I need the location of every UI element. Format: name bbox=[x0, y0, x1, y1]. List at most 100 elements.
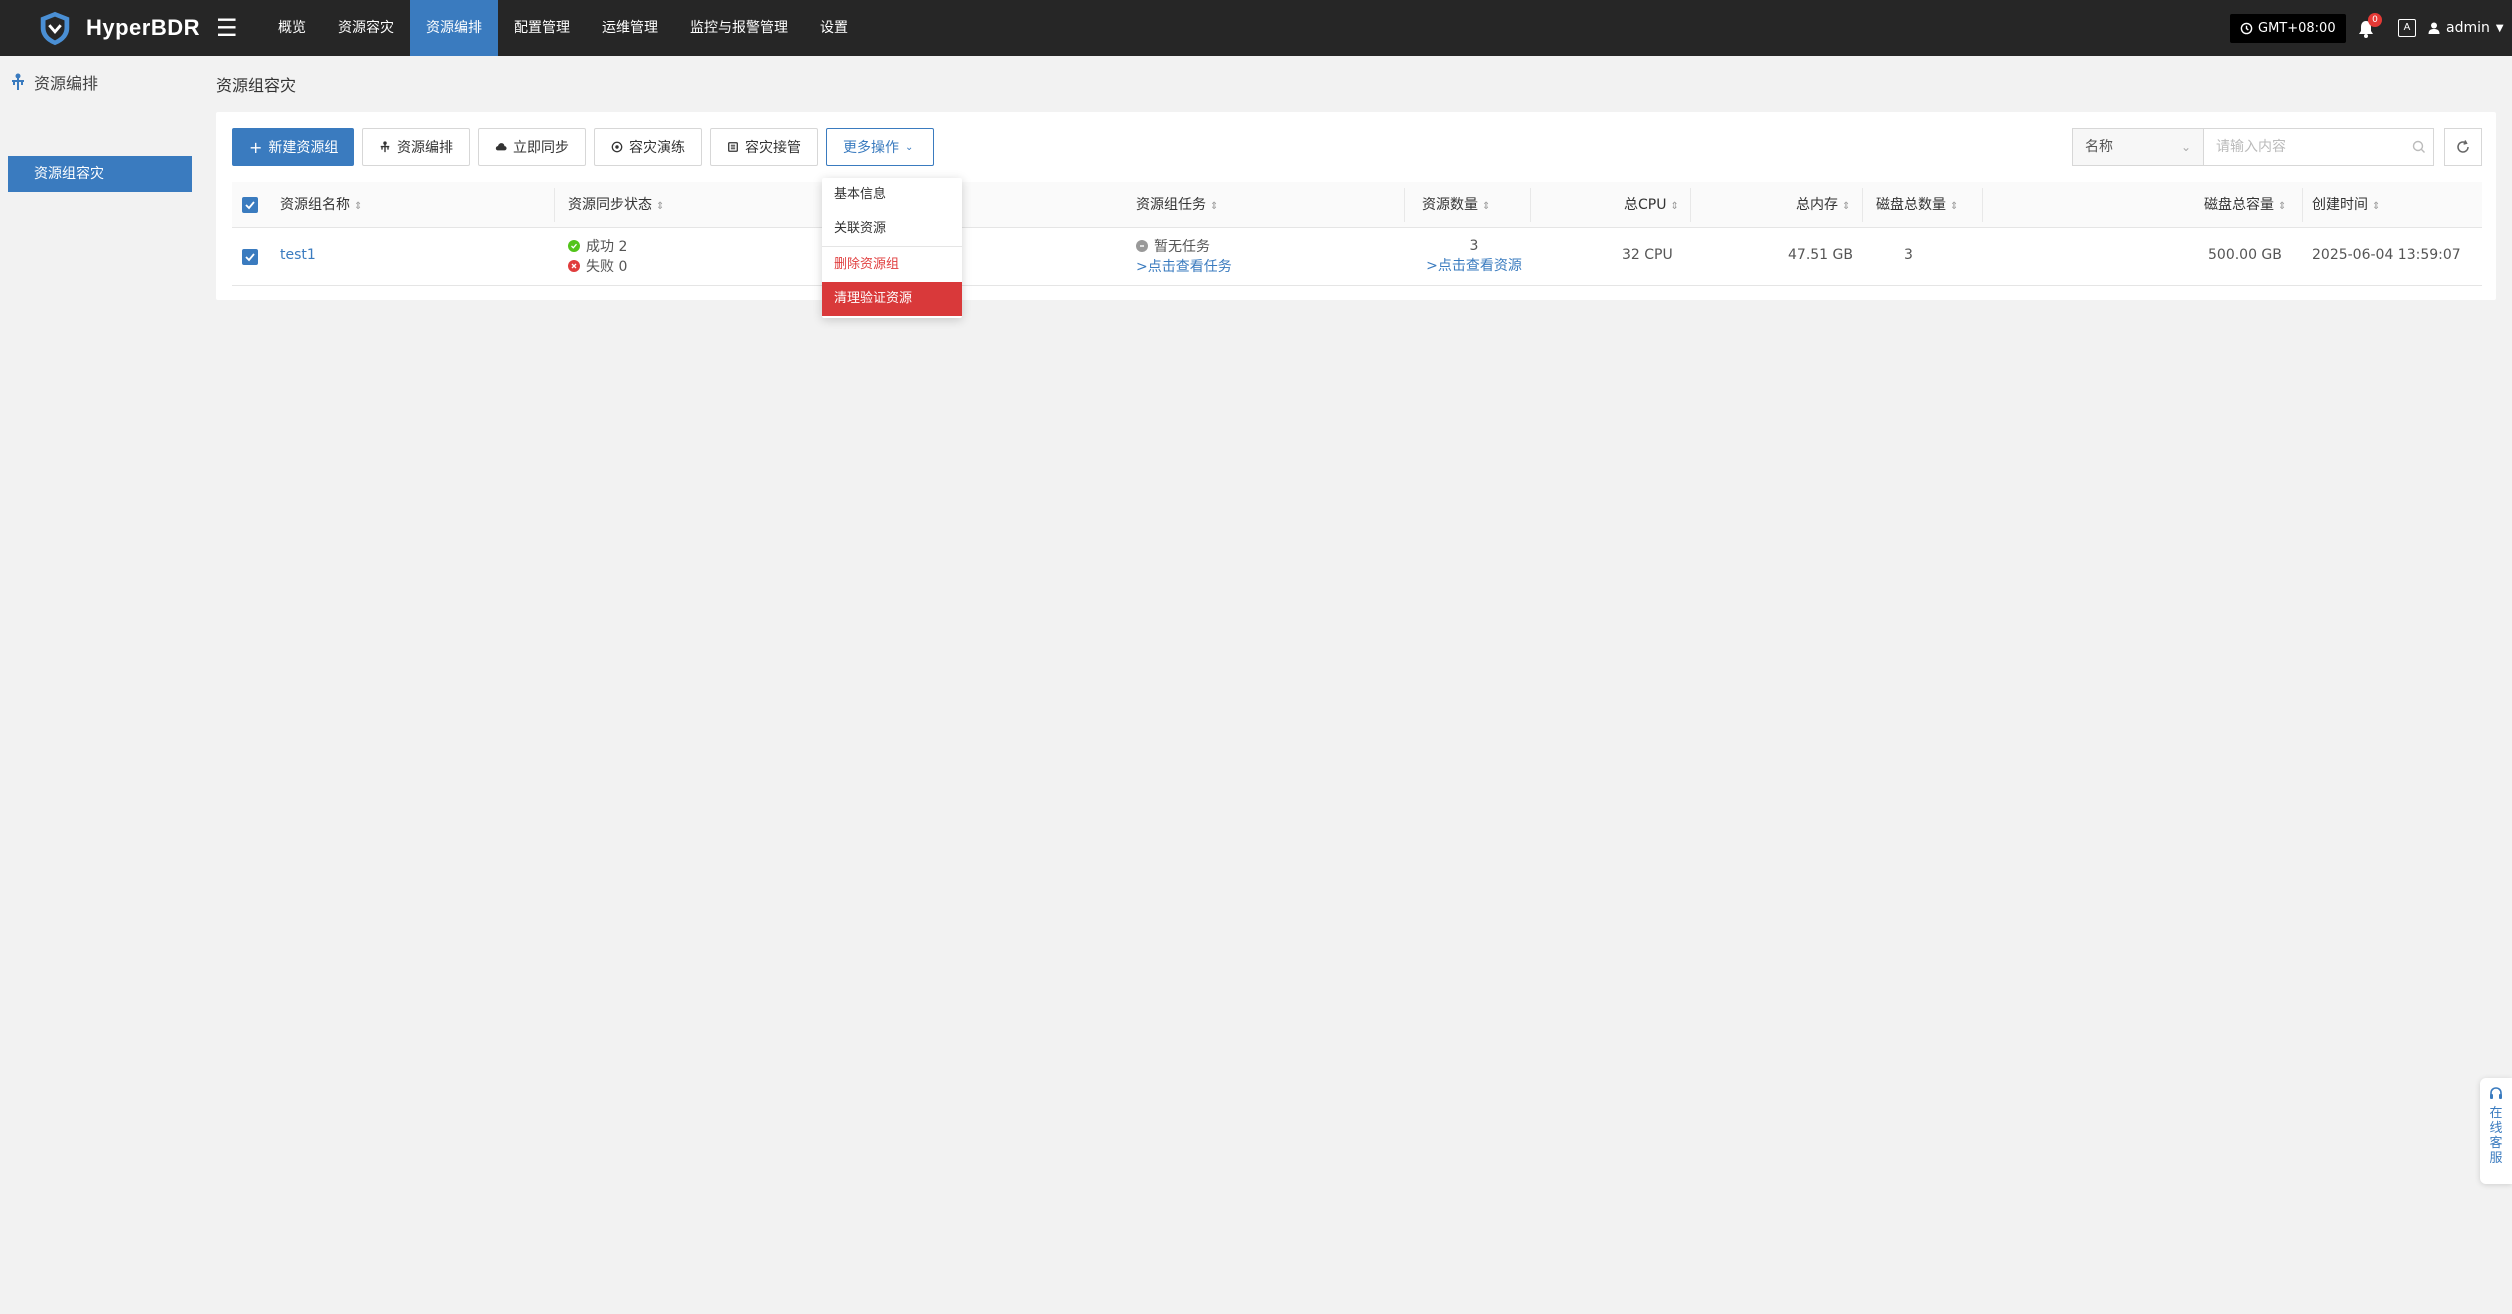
header-resource-count[interactable]: 资源数量 ⇕ bbox=[1422, 182, 1490, 228]
sort-icon: ⇕ bbox=[1670, 201, 1679, 212]
search-input[interactable] bbox=[2204, 128, 2434, 166]
success-check-icon bbox=[568, 240, 580, 252]
nav-item-ops[interactable]: 运维管理 bbox=[586, 0, 674, 56]
sort-icon: ⇕ bbox=[2278, 201, 2287, 212]
nav-item-config[interactable]: 配置管理 bbox=[498, 0, 586, 56]
header-cpu[interactable]: 总CPU ⇕ bbox=[1624, 182, 1679, 228]
shield-logo-icon bbox=[40, 11, 70, 46]
toolbar: + 新建资源组 资源编排 立即同步 容灾演练 容灾接管 更多操作 ⌄ bbox=[232, 128, 934, 166]
view-resources-link[interactable]: >点击查看资源 bbox=[1426, 256, 1522, 276]
plus-icon: + bbox=[249, 137, 263, 157]
sidebar-item-resource-group-dr[interactable]: 资源组容灾 bbox=[8, 156, 192, 192]
created-time-cell: 2025-06-04 13:59:07 bbox=[2312, 247, 2461, 263]
table-row: test1 成功 2 失败 0 暂无任务 >点击查看任务 3 >点击查看资源 3… bbox=[232, 228, 2482, 286]
nav-item-monitoring[interactable]: 监控与报警管理 bbox=[674, 0, 804, 56]
drill-icon bbox=[611, 141, 623, 153]
sync-now-button[interactable]: 立即同步 bbox=[478, 128, 586, 166]
row-checkbox[interactable] bbox=[242, 249, 258, 265]
column-divider bbox=[2302, 188, 2303, 222]
app-name: HyperBDR bbox=[86, 15, 201, 40]
disk-capacity-cell: 500.00 GB bbox=[2208, 247, 2282, 263]
main-panel: + 新建资源组 资源编排 立即同步 容灾演练 容灾接管 更多操作 ⌄ 名称 ⌄ … bbox=[216, 112, 2496, 300]
cloud-sync-icon bbox=[495, 143, 507, 151]
refresh-button[interactable] bbox=[2444, 128, 2482, 166]
column-divider bbox=[554, 188, 555, 222]
timezone-badge[interactable]: GMT+08:00 bbox=[2230, 14, 2346, 43]
more-actions-dropdown: 基本信息 关联资源 删除资源组 清理验证资源 bbox=[822, 178, 962, 318]
user-menu[interactable]: admin ▼ bbox=[2428, 16, 2504, 40]
sync-status: 成功 2 失败 0 bbox=[568, 236, 627, 276]
language-icon[interactable]: A bbox=[2398, 19, 2416, 37]
sidebar-title-label: 资源编排 bbox=[34, 74, 99, 93]
nav-item-resource-orchestration[interactable]: 资源编排 bbox=[410, 0, 498, 56]
headset-icon bbox=[2490, 1087, 2502, 1099]
top-navbar: HyperBDR ☰ 概览 资源容灾 资源编排 配置管理 运维管理 监控与报警管… bbox=[0, 0, 2512, 56]
sort-icon: ⇕ bbox=[1210, 201, 1219, 212]
chevron-down-icon: ⌄ bbox=[905, 141, 914, 153]
nav-item-resource-dr[interactable]: 资源容灾 bbox=[322, 0, 410, 56]
task-cell: 暂无任务 >点击查看任务 bbox=[1136, 236, 1232, 276]
sort-icon: ⇕ bbox=[1482, 201, 1491, 212]
notification-badge: 0 bbox=[2368, 13, 2382, 27]
header-created[interactable]: 创建时间 ⇕ bbox=[2312, 182, 2380, 228]
sort-icon: ⇕ bbox=[656, 201, 665, 212]
dr-drill-button[interactable]: 容灾演练 bbox=[594, 128, 702, 166]
more-actions-button[interactable]: 更多操作 ⌄ bbox=[826, 128, 934, 166]
header-disk-count[interactable]: 磁盘总数量 ⇕ bbox=[1876, 182, 1958, 228]
header-task[interactable]: 资源组任务 ⇕ bbox=[1136, 182, 1218, 228]
dr-takeover-button[interactable]: 容灾接管 bbox=[710, 128, 818, 166]
user-icon bbox=[2428, 22, 2440, 34]
header-disk-capacity[interactable]: 磁盘总容量 ⇕ bbox=[2204, 182, 2286, 228]
online-service-label: 在线客服 bbox=[2489, 1106, 2503, 1166]
resource-count-cell: 3 >点击查看资源 bbox=[1426, 236, 1522, 276]
check-icon bbox=[245, 253, 255, 262]
online-service-widget[interactable]: 在线客服 bbox=[2480, 1078, 2512, 1184]
header-sync-status[interactable]: 资源同步状态 ⇕ bbox=[568, 182, 664, 228]
sort-icon: ⇕ bbox=[1842, 201, 1851, 212]
column-divider bbox=[1404, 188, 1405, 222]
takeover-icon bbox=[728, 142, 738, 152]
timezone-label: GMT+08:00 bbox=[2258, 21, 2336, 36]
resource-group-table: 资源组名称 ⇕ 资源同步状态 ⇕ 资源组任务 ⇕ 资源数量 ⇕ 总CPU ⇕ 总内存 ⇕ 磁… bbox=[232, 182, 2482, 286]
view-tasks-link[interactable]: >点击查看任务 bbox=[1136, 256, 1232, 276]
menu-toggle-icon[interactable]: ☰ bbox=[216, 14, 238, 42]
column-divider bbox=[1530, 188, 1531, 222]
disk-count-cell: 3 bbox=[1904, 247, 1913, 263]
nav-item-settings[interactable]: 设置 bbox=[804, 0, 864, 56]
dropdown-item-delete-group[interactable]: 删除资源组 bbox=[822, 248, 962, 282]
notification-button[interactable]: 0 bbox=[2356, 13, 2382, 40]
search-icon[interactable] bbox=[2412, 140, 2426, 154]
caret-down-icon: ▼ bbox=[2495, 22, 2504, 34]
clock-icon bbox=[2240, 22, 2253, 35]
dropdown-item-basic-info[interactable]: 基本信息 bbox=[822, 178, 962, 212]
sync-success: 成功 2 bbox=[568, 236, 627, 256]
resource-count: 3 bbox=[1469, 238, 1479, 254]
column-divider bbox=[1982, 188, 1983, 222]
check-icon bbox=[245, 201, 255, 210]
header-name[interactable]: 资源组名称 ⇕ bbox=[280, 182, 362, 228]
sort-icon: ⇕ bbox=[354, 201, 363, 212]
main-nav: 概览 资源容灾 资源编排 配置管理 运维管理 监控与报警管理 设置 bbox=[262, 0, 864, 56]
table-header: 资源组名称 ⇕ 资源同步状态 ⇕ 资源组任务 ⇕ 资源数量 ⇕ 总CPU ⇕ 总内存 ⇕ 磁… bbox=[232, 182, 2482, 228]
no-task-minus-icon bbox=[1136, 240, 1148, 252]
search-group: 名称 ⌄ bbox=[2072, 128, 2434, 166]
dropdown-item-related-resources[interactable]: 关联资源 bbox=[822, 212, 962, 246]
select-all-checkbox[interactable] bbox=[242, 197, 258, 213]
orchestrate-button[interactable]: 资源编排 bbox=[362, 128, 470, 166]
cpu-cell: 32 CPU bbox=[1622, 247, 1673, 263]
sort-icon: ⇕ bbox=[1950, 201, 1959, 212]
page-title: 资源组容灾 bbox=[216, 76, 297, 95]
search-field-select[interactable]: 名称 ⌄ bbox=[2072, 128, 2204, 166]
dropdown-divider bbox=[822, 246, 962, 247]
dropdown-item-clean-verify-resources[interactable]: 清理验证资源 bbox=[822, 282, 962, 316]
new-resource-group-button[interactable]: + 新建资源组 bbox=[232, 128, 354, 166]
orchestration-icon bbox=[12, 73, 24, 90]
memory-cell: 47.51 GB bbox=[1788, 247, 1853, 263]
refresh-icon bbox=[2457, 140, 2469, 153]
app-logo[interactable]: HyperBDR bbox=[36, 10, 200, 46]
username: admin bbox=[2446, 20, 2490, 36]
column-divider bbox=[1862, 188, 1863, 222]
nav-item-overview[interactable]: 概览 bbox=[262, 0, 322, 56]
header-memory[interactable]: 总内存 ⇕ bbox=[1796, 182, 1850, 228]
resource-group-name-link[interactable]: test1 bbox=[280, 247, 316, 263]
